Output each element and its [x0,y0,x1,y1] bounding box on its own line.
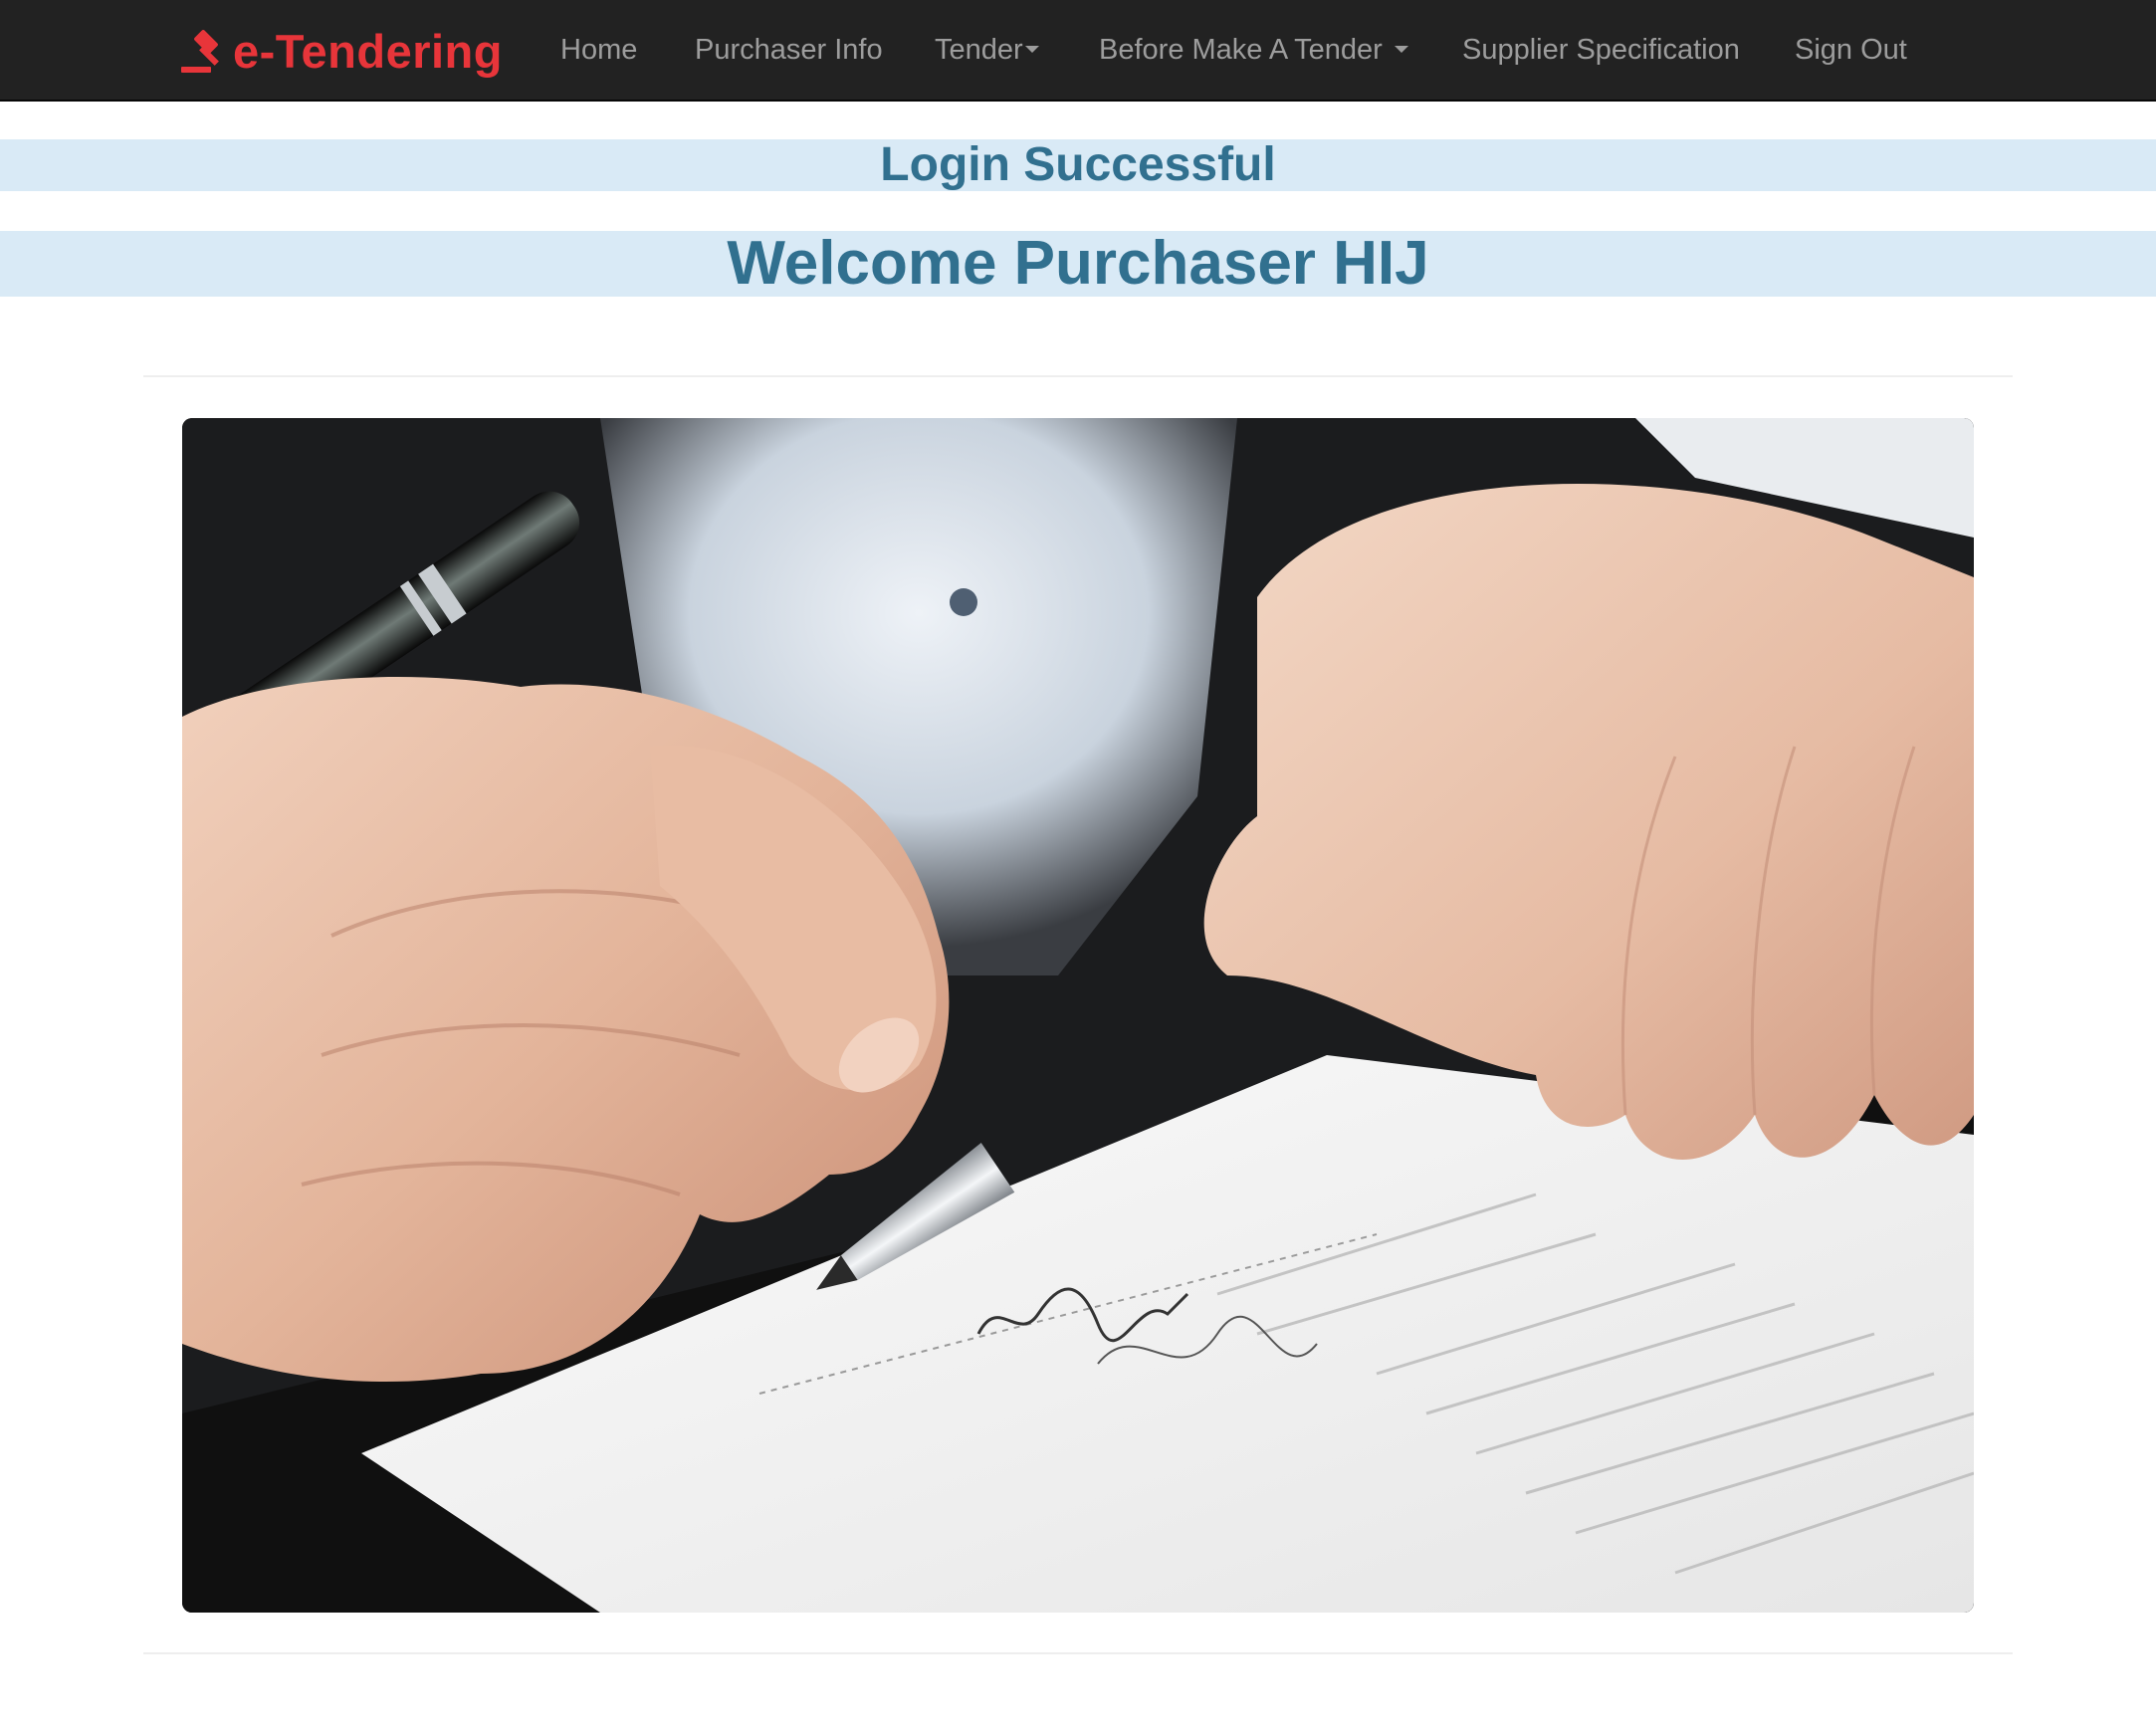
nav-home[interactable]: Home [560,0,637,100]
chevron-down-icon [1394,46,1408,54]
hero-image [182,418,1974,1613]
nav-tender-label: Tender [935,34,1023,66]
nav-tender-dropdown[interactable]: Tender [935,0,1039,100]
welcome-heading: Welcome Purchaser HIJ [0,231,2156,297]
nav-before-make-a-tender-dropdown[interactable]: Before Make A Tender [1099,0,1408,100]
gavel-icon [181,30,219,73]
signing-document-illustration [182,418,1974,1613]
nav-supplier-specification[interactable]: Supplier Specification [1462,0,1740,100]
nav-purchaser-info[interactable]: Purchaser Info [695,0,883,100]
top-navbar: e-Tendering Home Purchaser Info Tender B… [0,0,2156,102]
login-success-alert: Login Successful [0,139,2156,191]
brand-link[interactable]: e-Tendering [179,24,503,80]
nav-sign-out[interactable]: Sign Out [1795,0,1907,100]
brand-name: e-Tendering [233,25,503,78]
divider [143,375,2013,377]
chevron-down-icon [1024,46,1039,54]
nav-before-make-a-tender-label: Before Make A Tender [1099,34,1383,66]
divider [143,1652,2013,1654]
